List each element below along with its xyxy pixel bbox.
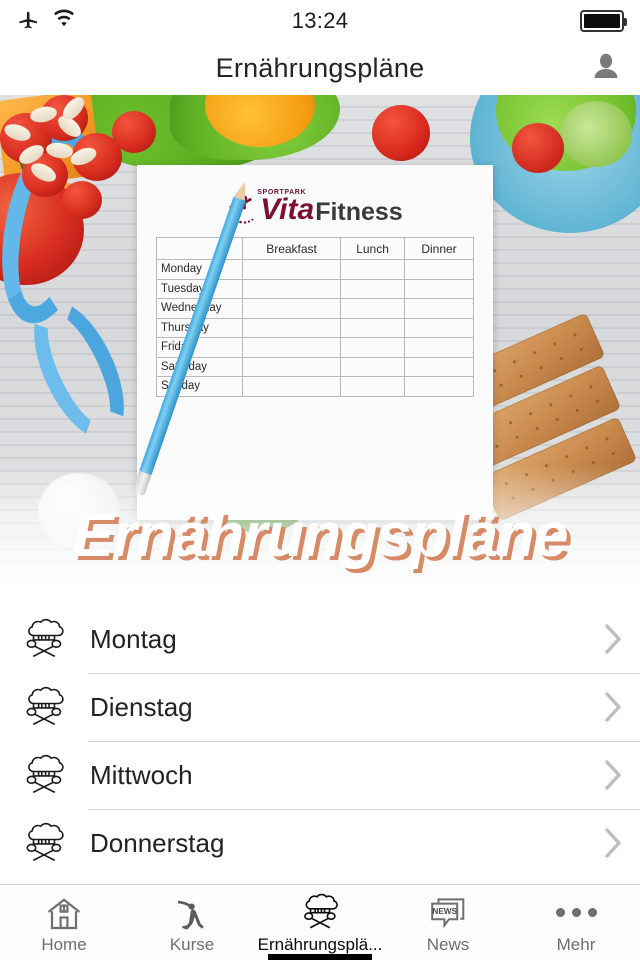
table-header-cell: Breakfast bbox=[241, 237, 342, 260]
status-bar-left bbox=[16, 7, 76, 36]
table-day-cell: Friday bbox=[156, 337, 243, 358]
salad-tomato-decor bbox=[512, 123, 564, 173]
tab-label: Home bbox=[41, 934, 87, 954]
chef-hat-icon bbox=[16, 616, 72, 662]
chef-hat-icon bbox=[16, 752, 72, 798]
table-day-cell: Saturday bbox=[156, 356, 243, 377]
logo-sportpark-text: SPORTPARK bbox=[257, 189, 307, 196]
logo-fitness-text: Fitness bbox=[315, 198, 403, 226]
table-day-cell: Monday bbox=[156, 259, 243, 280]
stretching-person-icon bbox=[174, 895, 210, 931]
vitafitness-logo: SPORTPARK Vita Fitness bbox=[137, 165, 493, 225]
tab-label: Mehr bbox=[556, 934, 596, 954]
news-icon: NEWS bbox=[429, 895, 467, 931]
chef-hat-icon bbox=[16, 684, 72, 730]
nav-bar: Ernährungspläne bbox=[0, 42, 640, 95]
battery-full-icon bbox=[580, 10, 627, 32]
svg-text:NEWS: NEWS bbox=[432, 907, 457, 916]
table-header-row: Breakfast Lunch Dinner bbox=[156, 237, 474, 260]
list-item-label: Dienstag bbox=[90, 691, 193, 722]
tab-label: Ernährungsplä... bbox=[257, 934, 383, 954]
day-list: Montag Dienstag Mittwoch Donnerstag bbox=[0, 605, 640, 877]
tab-home[interactable]: Home bbox=[0, 885, 128, 960]
hero-overlay-title: Ernährungspläne bbox=[72, 501, 569, 570]
chevron-right-icon[interactable] bbox=[590, 690, 624, 724]
table-row: Monday bbox=[156, 259, 474, 280]
list-item[interactable]: Dienstag bbox=[0, 673, 640, 741]
table-row: Sunday bbox=[156, 376, 474, 397]
list-item[interactable]: Mittwoch bbox=[0, 741, 640, 809]
airplane-icon bbox=[16, 7, 40, 36]
status-bar-right bbox=[580, 10, 627, 32]
table-row: Saturday bbox=[156, 356, 474, 377]
chef-hat-icon bbox=[298, 893, 342, 931]
chef-hat-icon bbox=[16, 820, 72, 866]
house-icon bbox=[46, 895, 82, 931]
status-bar: 13:24 bbox=[0, 0, 640, 42]
profile-button[interactable] bbox=[586, 49, 626, 89]
tab-ernaehrungsplaene[interactable]: Ernährungsplä... bbox=[256, 885, 384, 960]
chevron-right-icon[interactable] bbox=[590, 622, 624, 656]
hero-banner: SPORTPARK Vita Fitness Breakfast Lunch D… bbox=[0, 95, 640, 605]
chevron-right-icon[interactable] bbox=[590, 826, 624, 860]
tab-kurse[interactable]: Kurse bbox=[128, 885, 256, 960]
tomato-decor bbox=[372, 105, 430, 161]
tab-label: Kurse bbox=[169, 934, 215, 954]
status-bar-time: 13:24 bbox=[291, 8, 349, 33]
table-header-cell: Lunch bbox=[340, 237, 406, 260]
tab-label: News bbox=[426, 934, 470, 954]
table-row: Friday bbox=[156, 337, 474, 358]
tab-mehr[interactable]: Mehr bbox=[512, 885, 640, 960]
tab-active-indicator bbox=[268, 954, 372, 960]
ellipsis-icon bbox=[555, 895, 597, 931]
cucumber-decor bbox=[560, 101, 632, 167]
tab-news[interactable]: NEWS News bbox=[384, 885, 512, 960]
list-item-label: Donnerstag bbox=[90, 827, 225, 858]
person-icon bbox=[591, 51, 621, 86]
table-header-cell: Dinner bbox=[404, 237, 474, 260]
list-item-label: Montag bbox=[90, 623, 177, 654]
logo-vita-text: Vita bbox=[260, 193, 315, 226]
chevron-right-icon[interactable] bbox=[590, 758, 624, 792]
list-item-label: Mittwoch bbox=[90, 759, 193, 790]
list-item[interactable]: Donnerstag bbox=[0, 809, 640, 877]
app-screen: 13:24 Ernährungspläne SPORTPARK Vita Fit… bbox=[0, 0, 640, 960]
page-title: Ernährungspläne bbox=[215, 53, 425, 83]
tab-bar: Home Kurse Ernährungsplä... NEWS News Me… bbox=[0, 884, 640, 960]
wifi-icon bbox=[52, 9, 76, 34]
list-item[interactable]: Montag bbox=[0, 605, 640, 673]
